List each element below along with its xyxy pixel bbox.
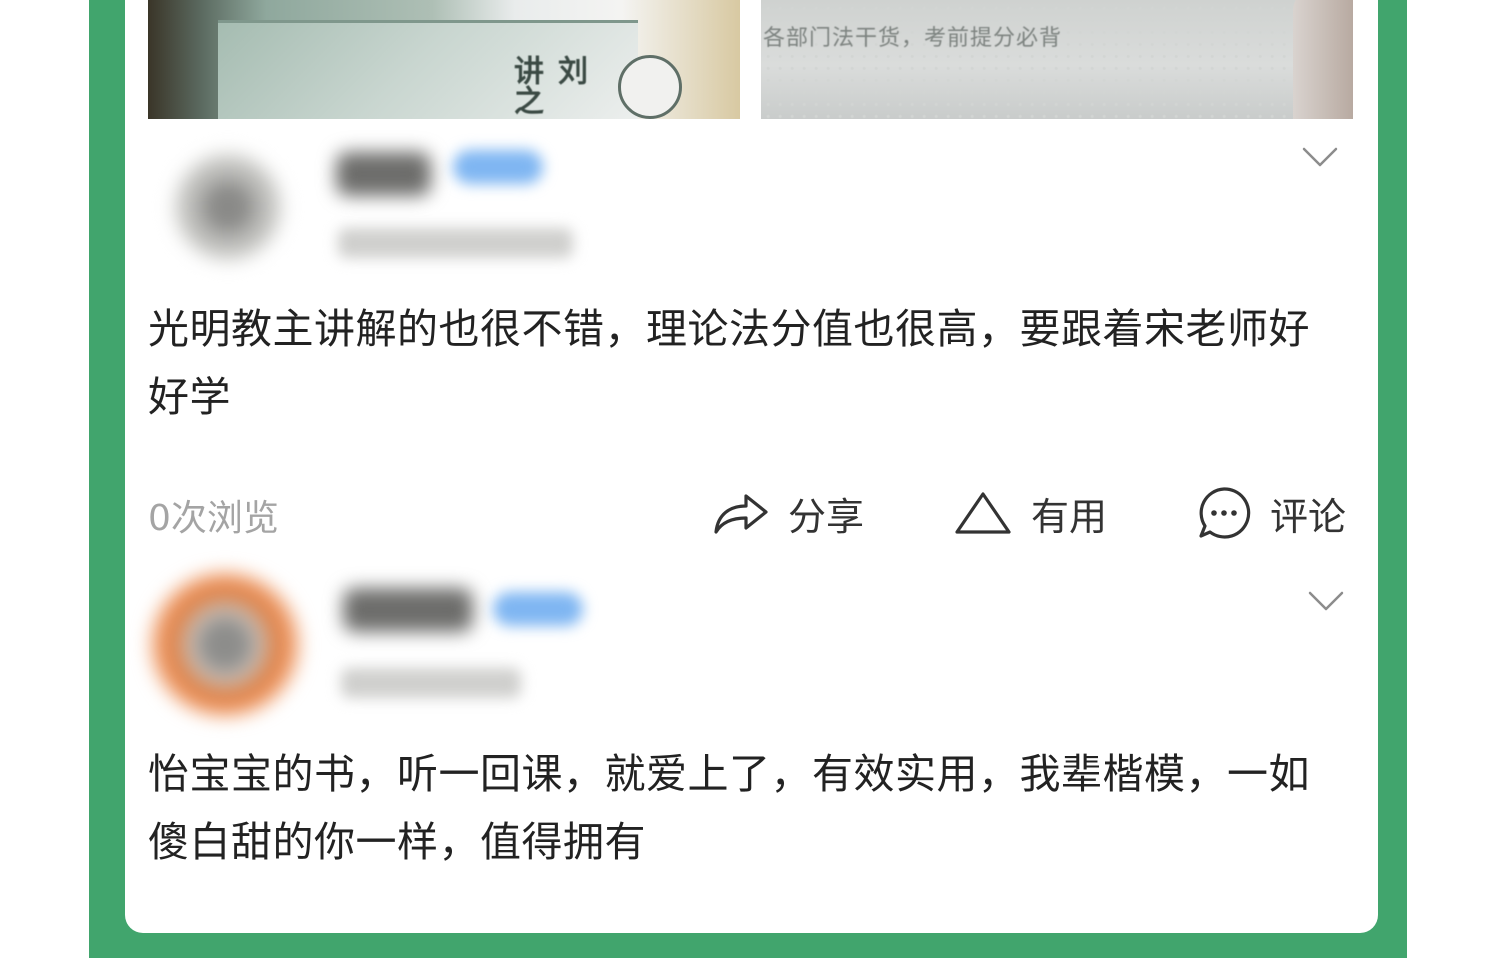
chat-bubble-icon	[1196, 485, 1252, 541]
review-meta-blurred	[338, 228, 573, 258]
review-photo-2[interactable]: 各部门法干货，考前提分必背	[761, 0, 1353, 119]
share-arrow-icon	[710, 488, 770, 538]
photo-text: 刘 讲之	[508, 55, 587, 115]
avatar[interactable]	[173, 152, 283, 262]
review-text: 怡宝宝的书，听一回课，就爱上了，有效实用，我辈楷模，一如傻白甜的你一样，值得拥有	[148, 750, 1310, 866]
review-meta-blurred	[341, 668, 521, 698]
book-logo	[618, 55, 682, 119]
username-blurred[interactable]	[336, 152, 431, 196]
avatar[interactable]	[150, 572, 300, 717]
useful-label: 有用	[1031, 494, 1108, 539]
useful-button[interactable]: 有用	[953, 483, 1107, 543]
comment-label: 评论	[1270, 494, 1347, 539]
review-action-bar: 0次浏览 分享 有用 评论	[148, 483, 1358, 543]
chevron-down-icon[interactable]	[1302, 146, 1338, 168]
triangle-up-icon	[953, 488, 1013, 538]
view-count: 0次浏览	[148, 498, 279, 539]
chevron-down-icon[interactable]	[1308, 590, 1344, 612]
review-text: 光明教主讲解的也很不错，理论法分值也很高，要跟着宋老师好好学	[148, 305, 1310, 421]
comment-button[interactable]: 评论	[1196, 483, 1346, 543]
review-frame: 刘 讲之 各部门法干货，考前提分必背 光明教主讲解的也很不错，理论法分值也很高，…	[89, 0, 1407, 958]
photo-person	[1293, 0, 1353, 119]
review-photo-1[interactable]: 刘 讲之	[148, 0, 740, 119]
user-badge-blurred	[493, 592, 583, 626]
user-badge-blurred	[453, 150, 543, 184]
share-button[interactable]: 分享	[710, 483, 864, 543]
username-blurred[interactable]	[343, 588, 473, 632]
photo-text: 各部门法干货，考前提分必背	[763, 26, 1063, 51]
share-label: 分享	[788, 494, 865, 539]
review-card: 刘 讲之 各部门法干货，考前提分必背 光明教主讲解的也很不错，理论法分值也很高，…	[125, 0, 1378, 933]
